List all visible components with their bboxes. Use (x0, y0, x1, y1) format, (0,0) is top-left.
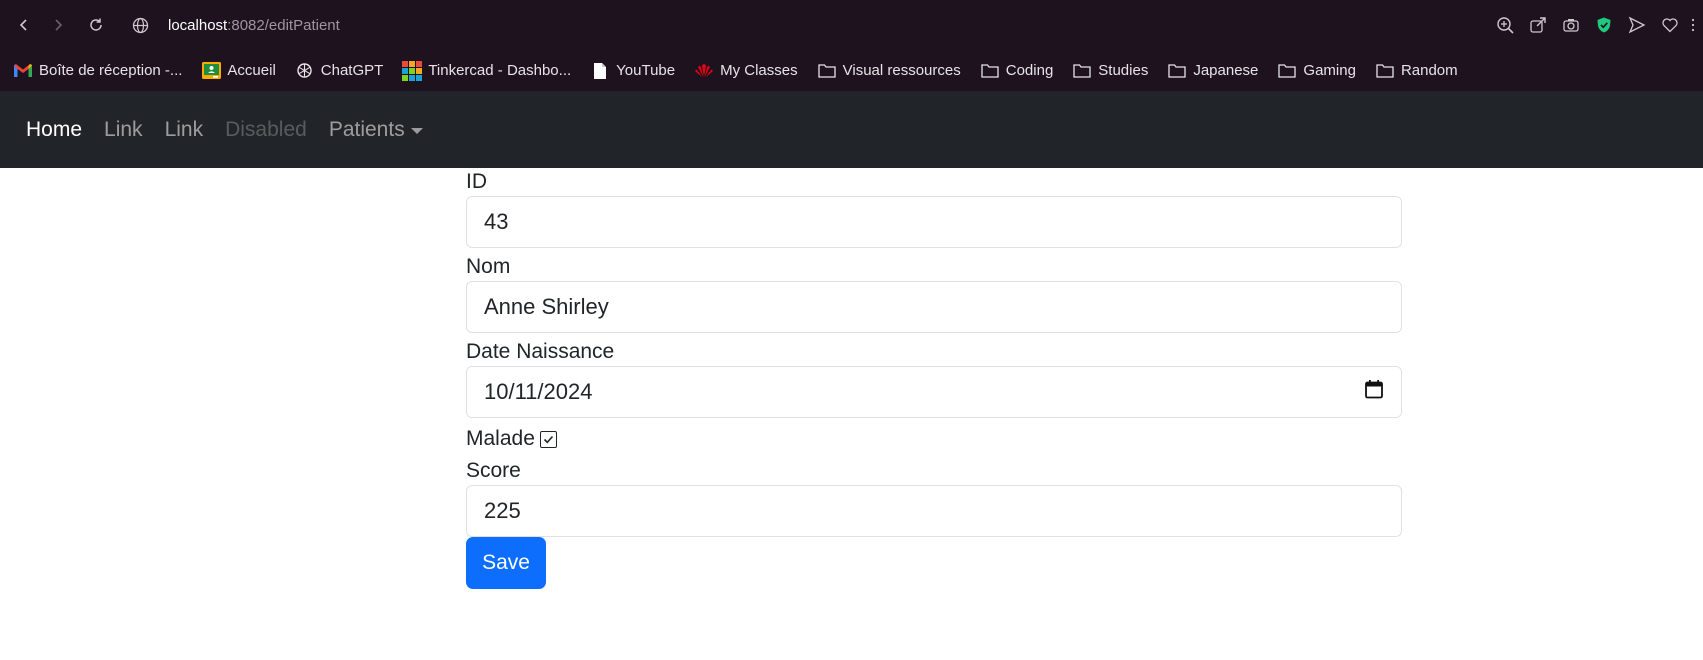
malade-label: Malade (466, 427, 535, 450)
nav-home[interactable]: Home (26, 118, 82, 142)
id-input[interactable]: 43 (466, 196, 1402, 248)
heart-icon[interactable] (1656, 11, 1683, 38)
date-value: 10/11/2024 (484, 379, 593, 404)
bookmark-label: Gaming (1303, 62, 1356, 79)
nav-link-2[interactable]: Link (165, 118, 204, 142)
nom-value: Anne Shirley (484, 294, 609, 319)
browser-chrome: localhost:8082/editPatient Boîte de réce… (0, 0, 1703, 91)
bookmark-label: ChatGPT (320, 62, 384, 79)
gmail-icon (12, 62, 34, 80)
bookmarks-bar: Boîte de réception -... Accueil ChatGPT … (0, 50, 1703, 91)
send-icon[interactable] (1623, 11, 1650, 38)
tinkercad-icon (401, 60, 423, 81)
bookmark-gaming[interactable]: Gaming (1276, 62, 1356, 80)
bookmark-label: Studies (1098, 62, 1149, 79)
more-menu-icon[interactable] (1689, 11, 1697, 38)
address-bar-row: localhost:8082/editPatient (0, 0, 1703, 50)
check-icon (543, 435, 553, 443)
site-info-button[interactable] (126, 11, 154, 39)
zoom-icon[interactable] (1491, 11, 1518, 38)
bookmark-japanese[interactable]: Japanese (1166, 62, 1258, 80)
calendar-icon[interactable] (1364, 367, 1384, 417)
date-naissance-label: Date Naissance (466, 340, 615, 363)
id-label: ID (466, 170, 487, 193)
bookmark-visual-ressources[interactable]: Visual ressources (816, 62, 961, 80)
page-icon (589, 62, 611, 80)
folder-icon (816, 62, 838, 80)
malade-row: Malade (466, 423, 1402, 455)
share-icon[interactable] (1524, 11, 1551, 38)
site-navbar: Home Link Link Disabled Patients (0, 91, 1703, 168)
bookmark-accueil[interactable]: Accueil (200, 62, 276, 80)
reload-icon (90, 18, 102, 31)
nav-disabled: Disabled (225, 117, 307, 141)
caret-down-icon (410, 127, 423, 134)
folder-icon (1071, 62, 1093, 80)
shield-icon[interactable] (1590, 11, 1617, 38)
edit-patient-form: ID 43 Nom Anne Shirley Date Naissance 10… (466, 168, 1402, 589)
url-field[interactable]: localhost:8082/editPatient (168, 17, 340, 34)
back-arrow-icon (19, 19, 27, 31)
bookmark-label: My Classes (720, 62, 798, 79)
folder-icon (1166, 62, 1188, 80)
nav-patients-label: Patients (328, 117, 405, 141)
bookmark-label: Coding (1005, 62, 1054, 79)
malade-checkbox[interactable] (539, 430, 557, 448)
score-value: 225 (484, 498, 521, 523)
bookmark-label: Tinkercad - Dashbo... (428, 62, 572, 79)
folder-icon (979, 62, 1001, 80)
bookmark-chatgpt[interactable]: ChatGPT (294, 62, 384, 80)
bookmark-tinkercad[interactable]: Tinkercad - Dashbo... (401, 60, 572, 81)
score-label: Score (466, 459, 521, 482)
score-input[interactable]: 225 (466, 485, 1402, 537)
url-path: :8082/editPatient (227, 16, 340, 34)
bookmark-label: Boîte de réception -... (39, 62, 183, 79)
folder-icon (1276, 62, 1298, 80)
bookmark-label: Random (1400, 62, 1458, 79)
globe-icon (132, 17, 148, 33)
forward-button[interactable] (44, 11, 72, 39)
huawei-icon (693, 62, 715, 80)
forward-arrow-icon (55, 19, 63, 31)
bookmark-label: Visual ressources (842, 62, 961, 79)
bookmark-random[interactable]: Random (1374, 62, 1458, 80)
nom-input[interactable]: Anne Shirley (466, 281, 1402, 333)
bookmark-label: Accueil (227, 62, 276, 79)
bookmark-label: Japanese (1193, 62, 1259, 79)
camera-icon[interactable] (1557, 11, 1584, 38)
toolbar-icons (1491, 11, 1697, 38)
url-host: localhost (168, 16, 228, 34)
folder-icon (1374, 62, 1396, 80)
id-value: 43 (484, 209, 509, 234)
nom-label: Nom (466, 255, 511, 278)
bookmark-gmail[interactable]: Boîte de réception -... (12, 62, 182, 80)
bookmark-coding[interactable]: Coding (979, 62, 1054, 80)
nav-patients-dropdown[interactable]: Patients (329, 118, 423, 142)
bookmark-label: YouTube (616, 62, 676, 79)
reload-button[interactable] (82, 11, 110, 39)
bookmark-youtube[interactable]: YouTube (589, 62, 675, 80)
nav-link-1[interactable]: Link (104, 118, 143, 142)
date-naissance-input[interactable]: 10/11/2024 (466, 366, 1402, 418)
back-button[interactable] (10, 11, 38, 39)
save-button[interactable]: Save (466, 537, 546, 589)
chatgpt-icon (294, 62, 316, 80)
bookmark-my-classes[interactable]: My Classes (693, 62, 798, 80)
classroom-icon (200, 62, 222, 80)
bookmark-studies[interactable]: Studies (1071, 62, 1148, 80)
